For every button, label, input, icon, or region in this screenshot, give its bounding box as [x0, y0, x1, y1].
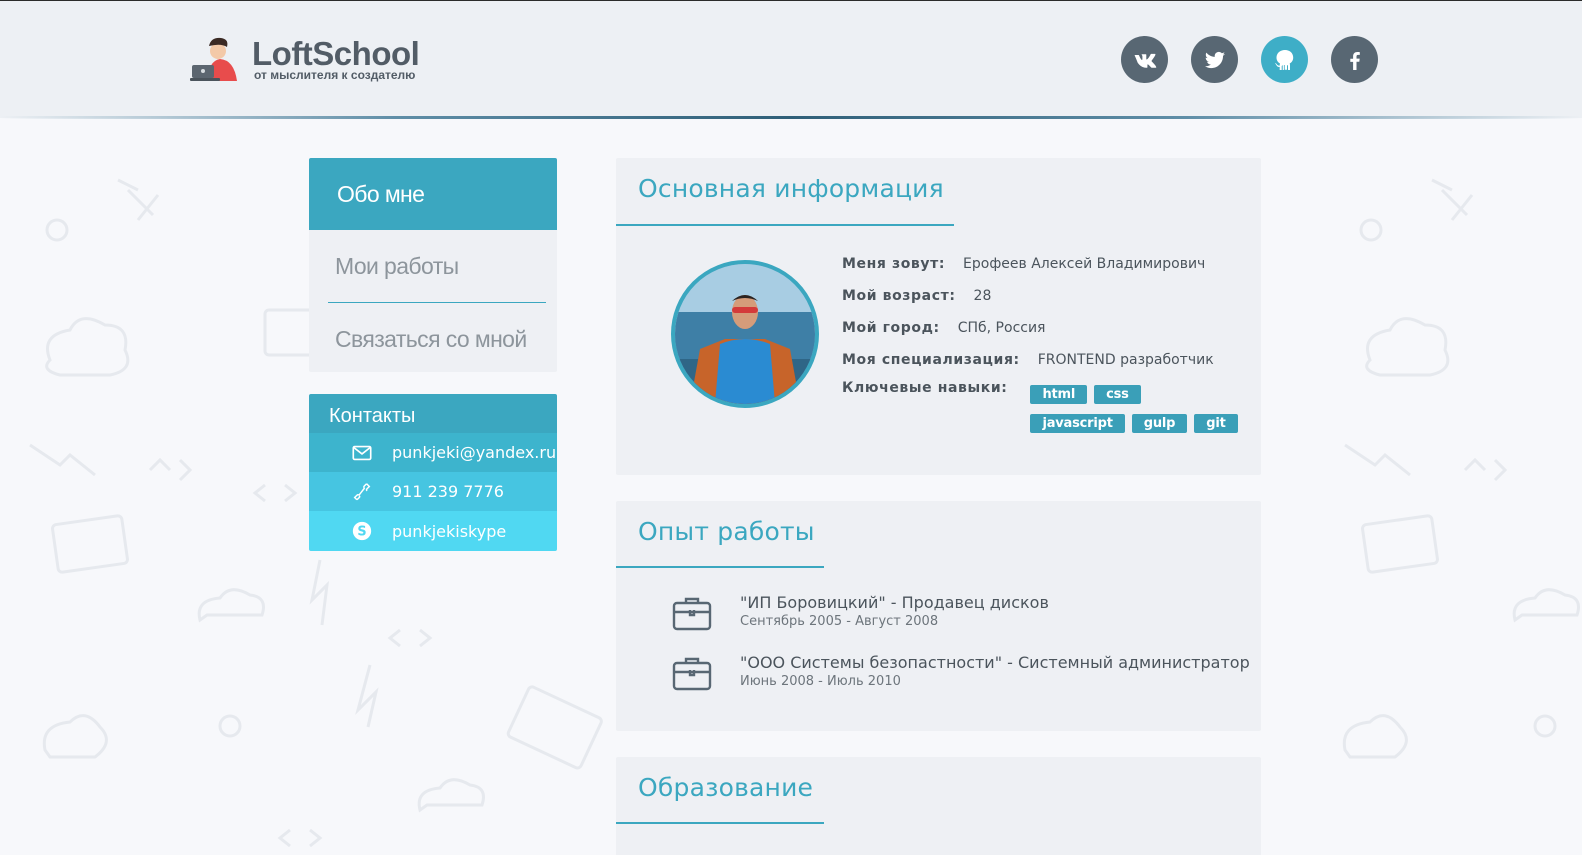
education-title-underline	[616, 822, 824, 824]
skills-label: Ключевые навыки:	[842, 380, 1008, 396]
experience-title: Опыт работы	[638, 517, 815, 546]
info-row-city: Мой город: СПб, Россия	[842, 312, 1240, 344]
avatar	[671, 260, 819, 408]
job-title: "ООО Системы безопастности" - Системный …	[740, 653, 1250, 672]
info-label: Моя специализация:	[842, 352, 1020, 368]
skill-tag: git	[1194, 414, 1238, 433]
nav-item-contact[interactable]: Связаться со мной	[309, 303, 557, 372]
contact-skype-text: punkjekiskype	[392, 521, 507, 541]
job-item: "ООО Системы безопастности" - Системный …	[672, 653, 1250, 691]
side-nav: Обо мне Мои работы Связаться со мной	[309, 158, 557, 372]
contact-phone-text: 911 239 7776	[392, 482, 504, 501]
logo-mascot-icon	[190, 37, 237, 81]
info-title-underline	[616, 224, 954, 226]
twitter-icon	[1204, 51, 1225, 68]
info-rows: Меня зовут: Ерофеев Алексей Владимирович…	[842, 248, 1240, 433]
skill-tag: css	[1094, 385, 1141, 404]
info-value: FRONTEND разработчик	[1037, 352, 1214, 368]
info-row-name: Меня зовут: Ерофеев Алексей Владимирович	[842, 248, 1240, 280]
job-period: Сентябрь 2005 - Август 2008	[740, 614, 939, 629]
info-value: Ерофеев Алексей Владимирович	[963, 256, 1206, 272]
info-label: Меня зовут:	[842, 256, 946, 272]
info-label: Мой возраст:	[842, 288, 956, 304]
facebook-icon	[1349, 51, 1360, 70]
skill-tag: html	[1030, 385, 1088, 404]
phone-icon	[309, 481, 392, 503]
info-value: 28	[973, 288, 992, 304]
job-item: "ИП Боровицкий" - Продавец дисков Сентяб…	[672, 593, 1049, 631]
github-link[interactable]	[1261, 36, 1308, 83]
briefcase-icon	[672, 657, 712, 691]
info-row-specialization: Моя специализация: FRONTEND разработчик	[842, 344, 1240, 376]
twitter-link[interactable]	[1191, 36, 1238, 83]
vk-link[interactable]	[1121, 36, 1168, 83]
svg-text:S: S	[357, 525, 366, 540]
skills-list: html css javascript gulp git	[1030, 378, 1240, 433]
skill-tag: gulp	[1131, 414, 1188, 433]
info-label: Мой город:	[842, 320, 940, 336]
job-title: "ИП Боровицкий" - Продавец дисков	[740, 593, 1049, 612]
logo[interactable]: LoftSchool от мыслителя к создателю	[188, 37, 448, 87]
vk-icon	[1134, 53, 1156, 68]
header-divider	[0, 116, 1582, 119]
skill-tag: javascript	[1030, 414, 1125, 433]
info-value: СПб, Россия	[957, 320, 1046, 336]
contact-email-text: punkjeki@yandex.ru	[392, 443, 557, 462]
info-title: Основная информация	[638, 174, 944, 203]
social-links	[1121, 36, 1378, 83]
contact-skype[interactable]: S punkjekiskype	[309, 511, 557, 551]
job-period: Июнь 2008 - Июль 2010	[740, 674, 901, 689]
envelope-icon	[309, 442, 392, 464]
skype-icon: S	[309, 520, 392, 542]
briefcase-icon	[672, 597, 712, 631]
site-header: LoftSchool от мыслителя к создателю	[0, 0, 1582, 118]
experience-card: Опыт работы "ИП Боровицкий" - Продавец д…	[616, 501, 1261, 731]
contact-email[interactable]: punkjeki@yandex.ru	[309, 433, 557, 472]
facebook-link[interactable]	[1331, 36, 1378, 83]
info-card: Основная информация Меня зовут: Ерофеев …	[616, 158, 1261, 475]
education-title: Образование	[638, 773, 814, 802]
nav-item-about[interactable]: Обо мне	[309, 158, 557, 230]
contacts-title: Контакты	[309, 394, 557, 433]
experience-title-underline	[616, 566, 824, 568]
github-icon	[1274, 49, 1293, 70]
contact-phone[interactable]: 911 239 7776	[309, 472, 557, 511]
nav-item-works[interactable]: Мои работы	[309, 230, 557, 302]
education-card: Образование	[616, 757, 1261, 855]
logo-subtitle: от мыслителя к создателю	[254, 68, 416, 82]
info-row-age: Мой возраст: 28	[842, 280, 1240, 312]
contacts-panel: Контакты punkjeki@yandex.ru 911 239 7776…	[309, 394, 557, 551]
info-row-skills: Ключевые навыки: html css javascript gul…	[842, 378, 1240, 433]
logo-title: LoftSchool	[252, 35, 420, 72]
